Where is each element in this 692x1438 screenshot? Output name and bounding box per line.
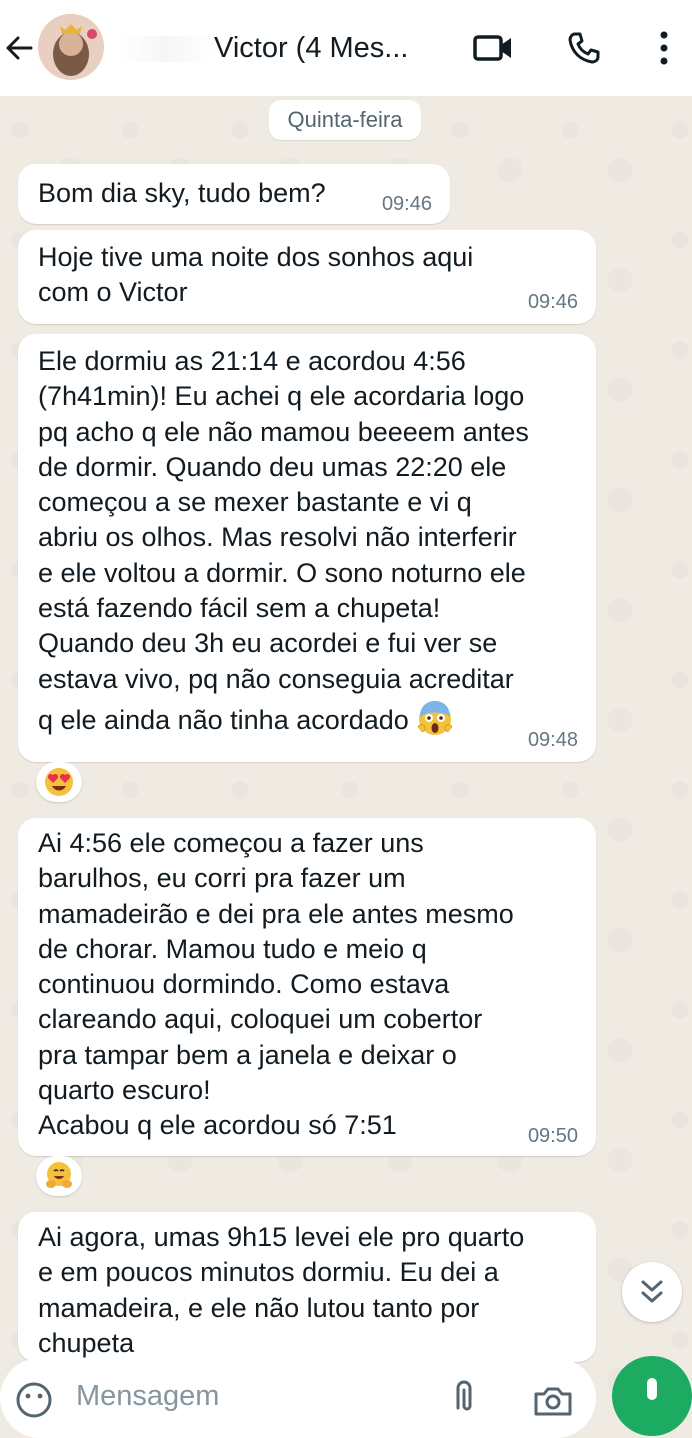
message-time: 09:48 [527,729,578,751]
hugging-face-icon [46,1162,72,1188]
date-separator: Quinta-feira [269,100,421,140]
video-call-button[interactable] [471,26,515,70]
phone-icon [568,32,600,64]
message-input[interactable]: Mensagem [0,1358,596,1438]
baby-photo-icon [38,14,104,80]
chat-title-text: Victor (4 Mes... [214,32,409,64]
smiley-icon[interactable] [14,1380,54,1420]
vertical-ellipsis-icon [660,31,668,65]
message-text: Hoje tive uma noite dos sonhos aqui com … [38,242,474,308]
arrow-left-icon [6,36,33,60]
back-button[interactable] [0,26,38,70]
message-time: 09:46 [381,193,432,215]
message-text: Ai agora, umas 9h15 levei ele pro quarto… [38,1222,525,1358]
menu-button[interactable] [642,26,686,70]
mic-button[interactable] [612,1356,692,1436]
message-bubble[interactable]: Ai 4:56 ele começou a fazer uns barulhos… [18,818,596,1156]
face-screaming-in-fear-icon [417,700,453,735]
message-bubble[interactable]: Ele dormiu as 21:14 e acordou 4:56 (7h41… [18,334,596,762]
message-bubble[interactable]: Ai agora, umas 9h15 levei ele pro quarto… [18,1212,596,1362]
message-text: Ai 4:56 ele começou a fazer uns barulhos… [38,828,514,1141]
chat-header: Victor (4 Mes... [0,0,692,96]
message-time: 09:50 [527,1125,578,1147]
reaction-badge[interactable] [36,762,82,802]
message-placeholder: Mensagem [76,1380,220,1412]
composer-bar: Mensagem [0,1352,692,1438]
scroll-to-bottom-button[interactable] [622,1262,682,1322]
redacted-name [118,36,214,63]
mic-icon [647,1378,657,1400]
chat-title[interactable]: Victor (4 Mes... [118,28,438,68]
avatar[interactable] [38,14,104,80]
paperclip-icon[interactable] [448,1378,480,1418]
message-bubble[interactable]: Bom dia sky, tudo bem? 09:46 [18,164,450,224]
message-text: Ele dormiu as 21:14 e acordou 4:56 (7h41… [38,344,529,738]
camera-icon[interactable] [532,1382,574,1418]
message-text: Bom dia sky, tudo bem? [38,178,326,208]
message-bubble[interactable]: Hoje tive uma noite dos sonhos aqui com … [18,230,596,324]
reaction-badge[interactable] [36,1156,82,1196]
video-camera-icon [473,35,511,61]
message-text-body: Ele dormiu as 21:14 e acordou 4:56 (7h41… [38,346,529,735]
voice-call-button[interactable] [562,26,606,70]
heart-eyes-icon [45,768,73,796]
double-chevron-down-icon [641,1280,663,1303]
message-time: 09:46 [527,291,578,313]
